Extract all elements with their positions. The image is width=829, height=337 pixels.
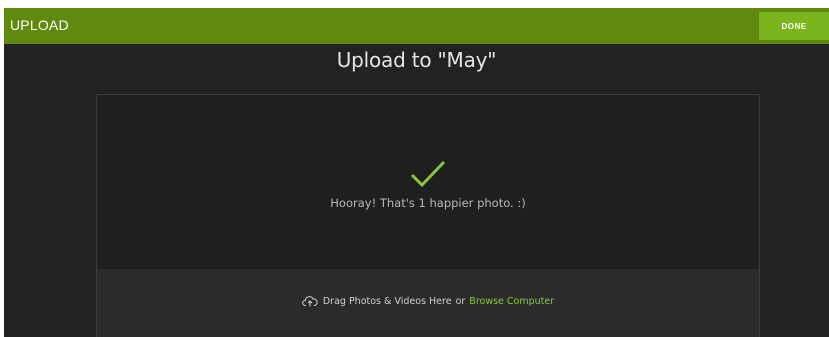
header-title: UPLOAD (10, 17, 69, 33)
drag-text: Drag Photos & Videos Here (322, 295, 452, 307)
drop-zone[interactable]: Drag Photos & Videos Here or Browse Comp… (97, 269, 759, 337)
or-text: or (455, 295, 466, 307)
browse-computer-link[interactable]: Browse Computer (469, 296, 554, 307)
cloud-upload-icon (302, 296, 318, 307)
done-button[interactable]: DONE (759, 12, 829, 40)
upload-panel: Hooray! That's 1 happier photo. :) Drag … (96, 94, 760, 337)
success-area: Hooray! That's 1 happier photo. :) (97, 95, 759, 269)
upload-dialog: UPLOAD DONE Upload to "May" Hooray! That… (4, 8, 829, 337)
drop-row: Drag Photos & Videos Here or Browse Comp… (97, 295, 759, 307)
checkmark-icon (410, 160, 446, 188)
upload-title: Upload to "May" (336, 48, 497, 72)
dialog-header: UPLOAD DONE (4, 8, 829, 44)
success-message: Hooray! That's 1 happier photo. :) (330, 196, 526, 210)
